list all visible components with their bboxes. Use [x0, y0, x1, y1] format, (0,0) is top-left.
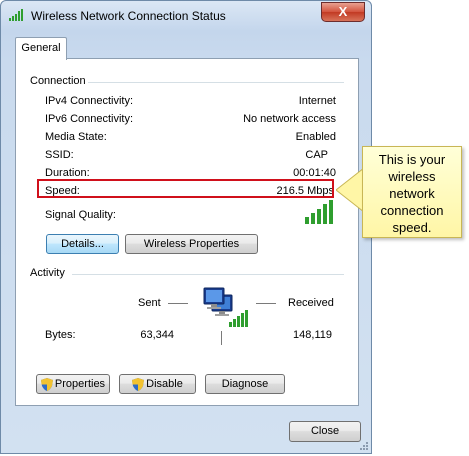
network-computer-icon — [203, 287, 248, 327]
connection-rows: IPv4 Connectivity: Internet IPv6 Connect… — [16, 59, 336, 259]
callout-line: speed. — [392, 220, 432, 235]
row-label: IPv4 Connectivity: — [45, 95, 134, 107]
diagnose-button[interactable]: Diagnose — [205, 374, 285, 394]
disable-button[interactable]: Disable — [119, 374, 196, 394]
received-line — [256, 303, 276, 304]
bytes-sent-value: 63,344 — [140, 329, 174, 341]
speed-highlight-box — [37, 179, 334, 198]
row-ipv4: IPv4 Connectivity: Internet — [16, 95, 336, 109]
bytes-label: Bytes: — [45, 329, 76, 341]
uac-shield-icon — [40, 377, 53, 391]
uac-shield-icon — [132, 377, 145, 391]
title-bar[interactable]: Wireless Network Connection Status X — [1, 1, 371, 31]
callout-line: connection — [380, 203, 444, 218]
activity-divider — [221, 331, 222, 345]
row-ipv6: IPv6 Connectivity: No network access — [16, 113, 336, 127]
signal-quality-icon — [305, 200, 333, 224]
general-panel: Connection IPv4 Connectivity: Internet I… — [15, 58, 359, 406]
callout-line: This is your — [378, 152, 446, 167]
wireless-properties-button[interactable]: Wireless Properties — [125, 234, 258, 254]
wireless-signal-icon — [9, 9, 23, 21]
sent-line — [168, 303, 188, 304]
row-ssid: SSID: CAP — [16, 149, 328, 163]
details-button[interactable]: Details... — [46, 234, 119, 254]
speed-callout: This is your wireless network connection… — [362, 146, 462, 238]
sent-label: Sent — [138, 297, 161, 309]
row-value: Enabled — [295, 131, 336, 143]
properties-button-label: Properties — [54, 378, 106, 390]
row-value: 00:01:40 — [293, 167, 336, 179]
callout-line: network — [389, 186, 435, 201]
activity-heading: Activity — [30, 267, 65, 279]
row-value: Internet — [298, 95, 336, 107]
bytes-received-value: 148,119 — [293, 329, 332, 341]
row-label: IPv6 Connectivity: — [45, 113, 134, 125]
tab-general[interactable]: General — [15, 37, 67, 60]
disable-button-label: Disable — [146, 378, 183, 390]
row-value: CAP — [305, 149, 328, 161]
row-label: SSID: — [45, 149, 74, 161]
close-icon[interactable]: X — [321, 2, 365, 22]
row-label: Duration: — [45, 167, 90, 179]
status-window: Wireless Network Connection Status X Gen… — [0, 0, 372, 454]
window-title: Wireless Network Connection Status — [31, 9, 226, 23]
row-value: No network access — [243, 113, 336, 125]
received-label: Received — [288, 297, 334, 309]
signal-quality-label: Signal Quality: — [45, 209, 116, 221]
callout-line: wireless — [388, 169, 436, 184]
close-button[interactable]: Close — [289, 421, 361, 442]
row-media-state: Media State: Enabled — [16, 131, 336, 145]
properties-button[interactable]: Properties — [36, 374, 110, 394]
divider — [72, 274, 344, 275]
row-label: Media State: — [45, 131, 107, 143]
resize-grip-icon[interactable] — [359, 441, 369, 451]
